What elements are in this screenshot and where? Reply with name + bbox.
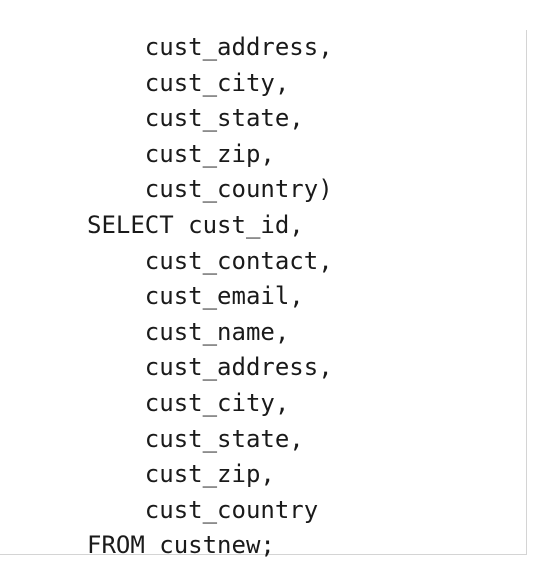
code-line: cust_state,: [87, 104, 304, 133]
code-line: cust_contact,: [87, 246, 333, 275]
code-panel: cust_address, cust_city, cust_state, cus…: [0, 30, 527, 559]
code-line: cust_zip,: [87, 139, 275, 168]
code-line: FROM custnew;: [87, 531, 275, 560]
code-line: cust_country): [87, 175, 333, 204]
code-line: cust_address,: [87, 33, 333, 61]
code-line: cust_email,: [87, 282, 304, 311]
code-line: SELECT cust_id,: [87, 210, 304, 239]
sql-code-block: cust_address, cust_city, cust_state, cus…: [87, 30, 333, 564]
code-line: cust_name,: [87, 317, 290, 346]
code-line: cust_city,: [87, 388, 290, 417]
code-line: cust_city,: [87, 68, 290, 97]
code-line: cust_address,: [87, 353, 333, 382]
code-line: cust_zip,: [87, 460, 275, 489]
code-line: cust_state,: [87, 424, 304, 453]
code-line: cust_country: [87, 495, 319, 524]
